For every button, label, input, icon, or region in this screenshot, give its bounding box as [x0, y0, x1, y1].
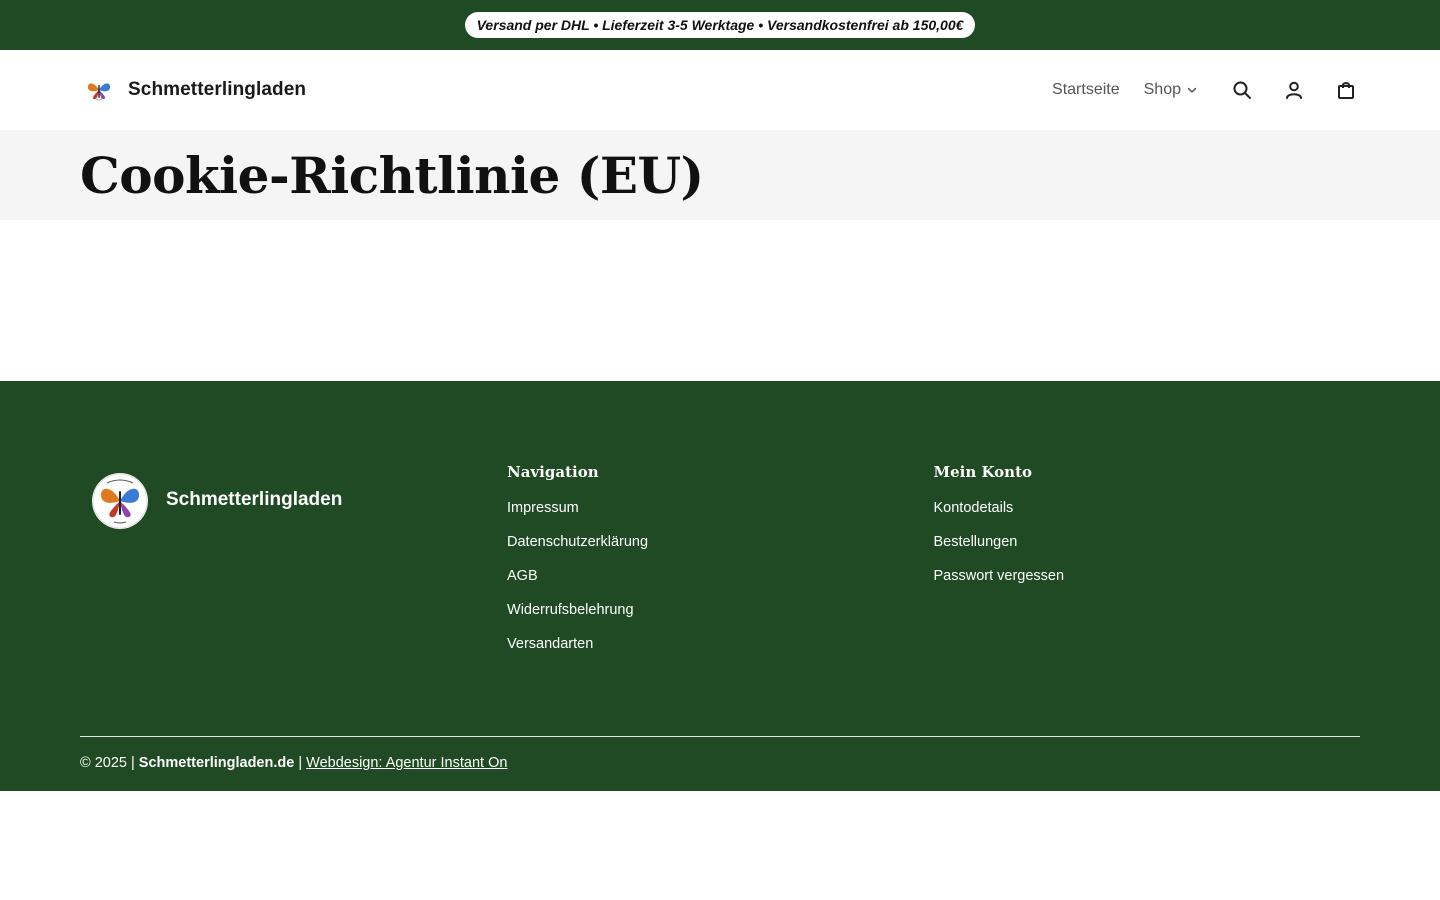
page-bottom-spacer — [0, 791, 1440, 900]
site-footer: Schmetterlingladen Navigation Impressum … — [0, 381, 1440, 791]
footer-link-agb[interactable]: AGB — [507, 568, 538, 584]
nav-shop[interactable]: Shop — [1144, 81, 1198, 99]
account-button[interactable] — [1280, 76, 1308, 104]
butterfly-logo-icon — [92, 473, 148, 529]
separator-text: | — [298, 755, 303, 771]
footer-link-passwort[interactable]: Passwort vergessen — [934, 568, 1065, 584]
footer-account-column: Mein Konto Kontodetails Bestellungen Pas… — [934, 461, 1360, 736]
page-content — [0, 220, 1440, 381]
announcement-text: Versand per DHL • Lieferzeit 3-5 Werktag… — [464, 12, 976, 38]
list-item: AGB — [507, 567, 933, 585]
brand-name: Schmetterlingladen — [128, 79, 307, 100]
footer-link-bestellungen[interactable]: Bestellungen — [934, 534, 1018, 550]
nav-startseite[interactable]: Startseite — [1052, 81, 1120, 99]
main-nav: Startseite Shop — [1052, 76, 1360, 104]
cart-button[interactable] — [1332, 76, 1360, 104]
footer-link-widerruf[interactable]: Widerrufsbelehrung — [507, 602, 634, 618]
brand-home-link[interactable]: Schmetterlingladen — [84, 75, 306, 105]
list-item: Passwort vergessen — [934, 567, 1360, 585]
butterfly-logo-icon — [85, 76, 113, 104]
footer-account-list: Kontodetails Bestellungen Passwort verge… — [934, 499, 1360, 585]
search-button[interactable] — [1228, 76, 1256, 104]
list-item: Widerrufsbelehrung — [507, 601, 933, 619]
page-title: Cookie-Richtlinie (EU) — [80, 145, 704, 205]
nav-startseite-label: Startseite — [1052, 81, 1120, 98]
footer-navigation-list: Impressum Datenschutzerklärung AGB Wider… — [507, 499, 933, 653]
footer-link-impressum[interactable]: Impressum — [507, 500, 579, 516]
footer-account-heading: Mein Konto — [933, 463, 1033, 481]
footer-columns: Schmetterlingladen Navigation Impressum … — [80, 381, 1360, 736]
list-item: Impressum — [507, 499, 933, 517]
footer-copyright: © 2025 | Schmetterlingladen.de | Webdesi… — [80, 737, 1360, 771]
nav-shop-label: Shop — [1143, 81, 1181, 98]
footer-link-kontodetails[interactable]: Kontodetails — [934, 500, 1014, 516]
footer-navigation-heading: Navigation — [507, 463, 599, 481]
cart-icon — [1338, 82, 1354, 99]
list-item: Versandarten — [507, 635, 933, 653]
footer-brand-column: Schmetterlingladen — [80, 461, 507, 736]
page-title-band: Cookie-Richtlinie (EU) — [0, 130, 1440, 220]
footer-brand-name: Schmetterlingladen — [166, 489, 343, 510]
site-header: Schmetterlingladen Startseite Shop — [0, 50, 1440, 130]
footer-logo[interactable] — [92, 473, 148, 529]
footer-link-versandarten[interactable]: Versandarten — [507, 636, 593, 652]
account-icon — [1286, 81, 1302, 99]
chevron-down-icon — [1187, 87, 1197, 93]
list-item: Bestellungen — [934, 533, 1360, 551]
list-item: Kontodetails — [934, 499, 1360, 517]
announcement-bar: Versand per DHL • Lieferzeit 3-5 Werktag… — [0, 0, 1440, 50]
search-icon — [1233, 81, 1251, 99]
footer-link-datenschutz[interactable]: Datenschutzerklärung — [507, 534, 648, 550]
list-item: Datenschutzerklärung — [507, 533, 933, 551]
copyright-text: © 2025 | — [80, 755, 135, 771]
footer-navigation-column: Navigation Impressum Datenschutzerklärun… — [507, 461, 933, 736]
site-name-text: Schmetterlingladen.de — [138, 755, 295, 771]
webdesign-credit-link[interactable]: Webdesign: Agentur Instant On — [306, 755, 507, 771]
